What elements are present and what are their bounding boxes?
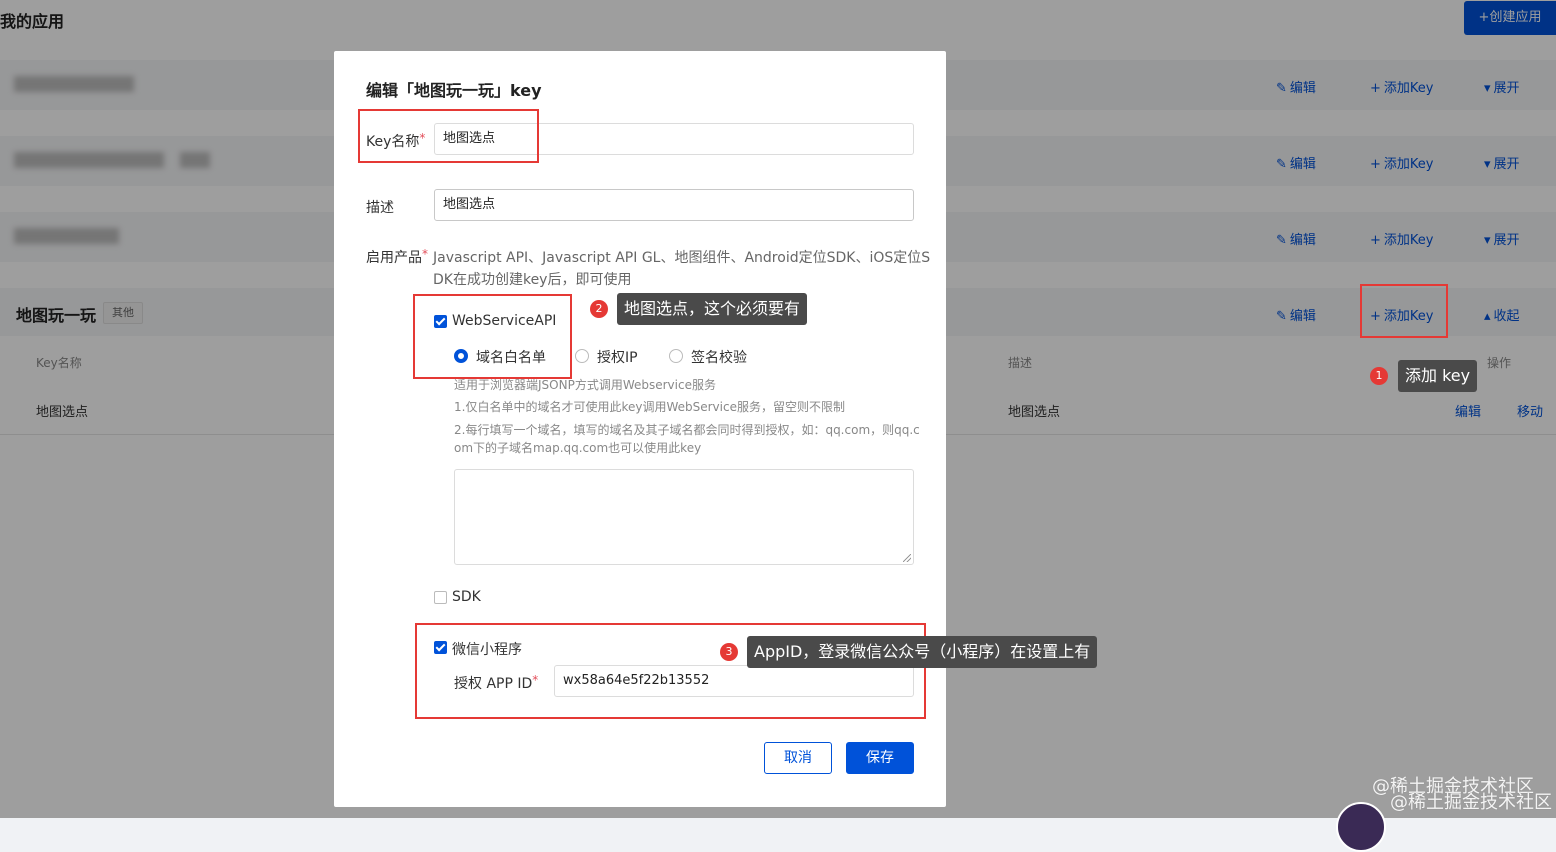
annotation-tip-2: 地图选点，这个必须要有 bbox=[617, 293, 808, 325]
cancel-button[interactable]: 取消 bbox=[764, 742, 832, 774]
webservice-help-4: om下的子域名map.qq.com也可以使用此key bbox=[454, 441, 702, 455]
avatar[interactable] bbox=[1336, 802, 1386, 852]
radio-auth-ip[interactable] bbox=[575, 349, 589, 363]
watermark-duplicate: @稀土掘金技术社区 bbox=[1390, 792, 1552, 813]
webservice-help-2: 1.仅白名单中的域名才可使用此key调用WebService服务，留空则不限制 bbox=[454, 400, 845, 414]
annotation-box-add-key bbox=[1360, 284, 1448, 338]
products-hint-line1: Javascript API、Javascript API GL、地图组件、An… bbox=[433, 250, 931, 266]
annotation-tip-3: AppID，登录微信公众号（小程序）在设置上有 bbox=[747, 636, 1098, 668]
products-label: 启用产品* bbox=[366, 247, 428, 267]
radio-signature-label: 签名校验 bbox=[691, 350, 747, 366]
radio-auth-ip-label: 授权IP bbox=[597, 350, 638, 366]
sdk-checkbox[interactable] bbox=[434, 591, 447, 604]
desc-input[interactable]: 地图选点 bbox=[434, 189, 914, 221]
annotation-tip-1: 添加 key bbox=[1398, 360, 1478, 392]
radio-signature[interactable] bbox=[669, 349, 683, 363]
modal-title: 编辑「地图玩一玩」key bbox=[366, 81, 542, 100]
webservice-help-3: 2.每行填写一个域名，填写的域名及其子域名都会同时得到授权，如：qq.com，则… bbox=[454, 423, 920, 437]
save-button[interactable]: 保存 bbox=[846, 742, 914, 774]
annotation-badge-2: 2 bbox=[590, 300, 608, 318]
products-label-text: 启用产品 bbox=[366, 250, 422, 266]
annotation-badge-3: 3 bbox=[720, 643, 738, 661]
products-hint-line2: DK在成功创建key后，即可使用 bbox=[433, 272, 632, 288]
sdk-label: SDK bbox=[452, 589, 481, 605]
annotation-box-webservice bbox=[413, 294, 572, 379]
resize-handle-icon[interactable] bbox=[903, 554, 911, 562]
annotation-box-key-name bbox=[358, 109, 539, 163]
required-mark: * bbox=[422, 247, 428, 261]
domain-whitelist-textarea[interactable] bbox=[454, 469, 914, 565]
annotation-badge-1: 1 bbox=[1370, 367, 1388, 385]
desc-label: 描述 bbox=[366, 200, 394, 216]
